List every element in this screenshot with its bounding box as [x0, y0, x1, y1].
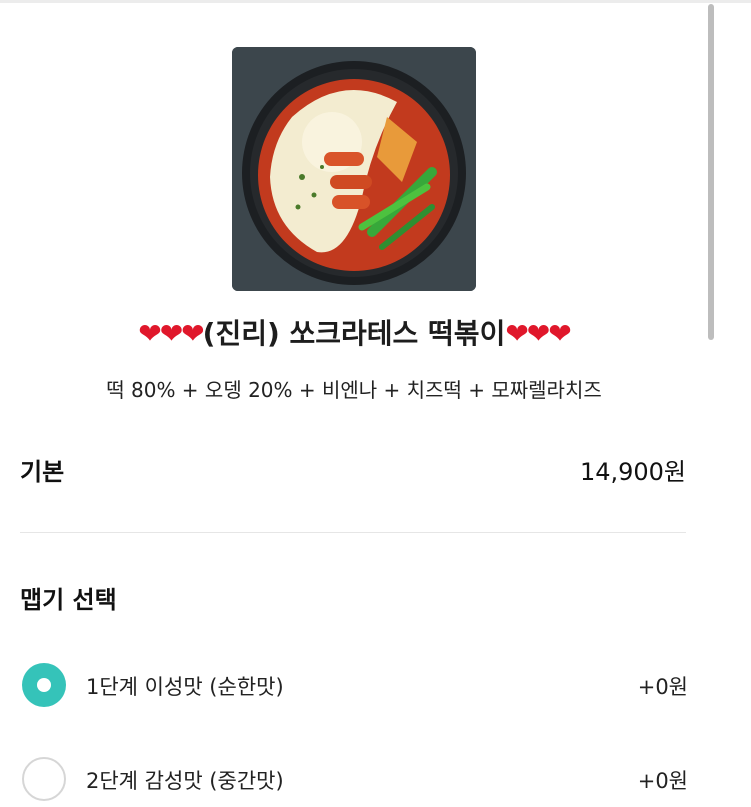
spice-option-label: 1단계 이성맛 (순한맛)	[86, 675, 284, 699]
heart-icon: ❤❤❤	[138, 317, 204, 350]
product-title-text: (진리) 쏘크라테스 떡볶이	[202, 317, 506, 350]
spice-option-2[interactable]: 2단계 감성맛 (중간맛) +0원	[0, 755, 708, 807]
spice-option-price: +0원	[637, 769, 688, 793]
base-label: 기본	[20, 458, 65, 486]
radio-selected-icon[interactable]	[22, 663, 66, 707]
base-price: 14,900원	[579, 458, 686, 486]
radio-unselected-icon[interactable]	[22, 757, 66, 801]
heart-icon: ❤❤❤	[505, 317, 571, 350]
top-divider	[0, 0, 751, 3]
spice-option-price: +0원	[637, 675, 688, 699]
spice-option-label: 2단계 감성맛 (중간맛)	[86, 769, 284, 793]
scrollbar[interactable]	[708, 4, 714, 340]
section-divider	[20, 532, 686, 533]
spice-option-1[interactable]: 1단계 이성맛 (순한맛) +0원	[0, 661, 708, 713]
spice-section-title: 맵기 선택	[20, 586, 117, 614]
product-description: 떡 80% + 오뎅 20% + 비엔나 + 치즈떡 + 모짜렐라치즈	[106, 378, 602, 402]
product-title: ❤❤❤(진리) 쏘크라테스 떡볶이❤❤❤	[0, 312, 708, 352]
product-image	[232, 47, 476, 291]
